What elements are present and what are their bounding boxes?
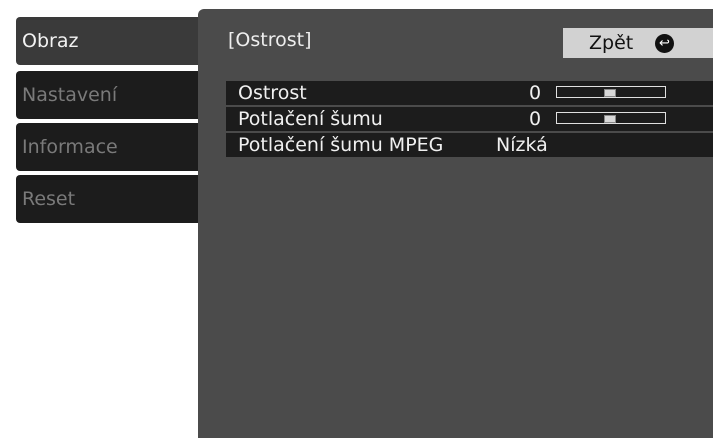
menu-item-label: Obraz xyxy=(22,30,79,52)
settings-panel: [Ostrost] Zpět ↩ Ostrost 0 Potlačení šum… xyxy=(198,9,713,438)
menu-item-reset[interactable]: Reset xyxy=(16,175,210,223)
menu-item-nastaveni[interactable]: Nastavení xyxy=(16,71,210,119)
menu-item-label: Reset xyxy=(22,188,76,210)
settings-list: Ostrost 0 Potlačení šumu 0 Potlačení šum… xyxy=(226,81,713,159)
menu-item-obraz[interactable]: Obraz xyxy=(16,17,212,65)
setting-label: Potlačení šumu xyxy=(238,108,383,130)
setting-value: 0 xyxy=(529,108,542,130)
slider-knob[interactable] xyxy=(604,89,616,97)
setting-value: Nízká xyxy=(496,134,548,156)
setting-value: 0 xyxy=(529,82,542,104)
setting-label: Potlačení šumu MPEG xyxy=(238,134,444,156)
setting-label: Ostrost xyxy=(238,82,307,104)
menu-item-label: Informace xyxy=(22,136,118,158)
page-title: [Ostrost] xyxy=(228,29,312,51)
menu-item-label: Nastavení xyxy=(22,84,118,106)
projector-menu-screen: Obraz Nastavení Informace Reset [Ostrost… xyxy=(0,0,713,438)
setting-row-mpeg-noise-reduction[interactable]: Potlačení šumu MPEG Nízká xyxy=(226,133,713,157)
menu-item-informace[interactable]: Informace xyxy=(16,123,210,171)
setting-row-ostrost[interactable]: Ostrost 0 xyxy=(226,81,713,105)
ostrost-slider[interactable] xyxy=(556,86,666,98)
setting-row-potlaceni-sumu[interactable]: Potlačení šumu 0 xyxy=(226,107,713,131)
back-button[interactable]: Zpět ↩ xyxy=(563,28,713,58)
slider-knob[interactable] xyxy=(604,115,616,123)
return-arrow-icon: ↩ xyxy=(655,34,674,53)
noise-reduction-slider[interactable] xyxy=(556,112,666,124)
back-button-label: Zpět xyxy=(589,32,634,54)
